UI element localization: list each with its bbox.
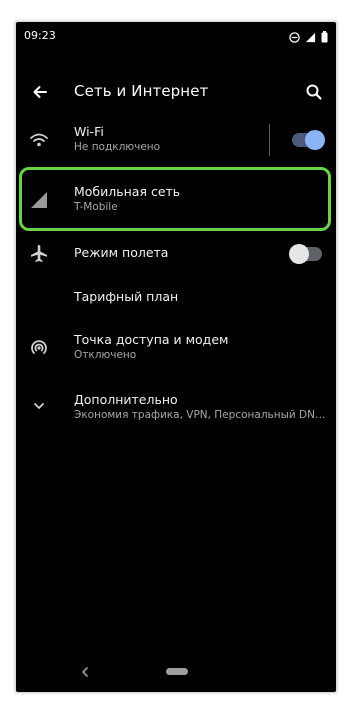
status-time: 09:23 <box>24 29 56 42</box>
data-plan-item[interactable]: Тарифный план <box>16 280 336 316</box>
nav-back-icon[interactable] <box>78 664 92 678</box>
airplane-icon <box>28 243 50 265</box>
data-plan-label: Тарифный план <box>74 289 179 304</box>
toggle-knob <box>289 244 309 264</box>
toggle-knob <box>305 130 325 150</box>
hotspot-item[interactable]: Точка доступа и модем Отключено <box>16 324 336 370</box>
hotspot-icon <box>28 336 50 358</box>
navigation-bar <box>16 658 336 692</box>
battery-icon <box>321 28 328 47</box>
phone-screen: 09:23 Сеть и Интернет Wi-Fi Не подключен… <box>16 22 336 692</box>
advanced-label: Дополнительно <box>74 392 178 407</box>
wifi-status: Не подключено <box>74 141 161 153</box>
wifi-label: Wi-Fi <box>74 124 104 139</box>
status-icons <box>289 28 328 47</box>
hotspot-status: Отключено <box>74 349 137 361</box>
app-bar: Сеть и Интернет <box>16 70 336 114</box>
nav-home-pill[interactable] <box>166 668 188 675</box>
search-icon[interactable] <box>304 82 324 102</box>
airplane-mode-item[interactable]: Режим полета <box>16 236 336 272</box>
advanced-summary: Экономия трафика, VPN, Персональный DN… <box>74 409 326 421</box>
page-title: Сеть и Интернет <box>74 82 209 100</box>
wifi-item[interactable]: Wi-Fi Не подключено <box>16 118 336 162</box>
highlight-frame <box>19 167 331 231</box>
wifi-icon <box>28 129 50 151</box>
airplane-mode-label: Режим полета <box>74 245 169 260</box>
divider <box>269 124 270 156</box>
airplane-mode-toggle[interactable] <box>289 244 322 264</box>
advanced-item[interactable]: Дополнительно Экономия трафика, VPN, Пер… <box>16 384 336 428</box>
do-not-disturb-icon <box>289 28 300 47</box>
hotspot-label: Точка доступа и модем <box>74 332 229 347</box>
chevron-down-icon <box>28 395 50 417</box>
wifi-toggle[interactable] <box>292 130 325 150</box>
cellular-signal-icon <box>305 28 316 47</box>
status-bar: 09:23 <box>16 22 336 50</box>
back-arrow-icon[interactable] <box>30 82 50 102</box>
